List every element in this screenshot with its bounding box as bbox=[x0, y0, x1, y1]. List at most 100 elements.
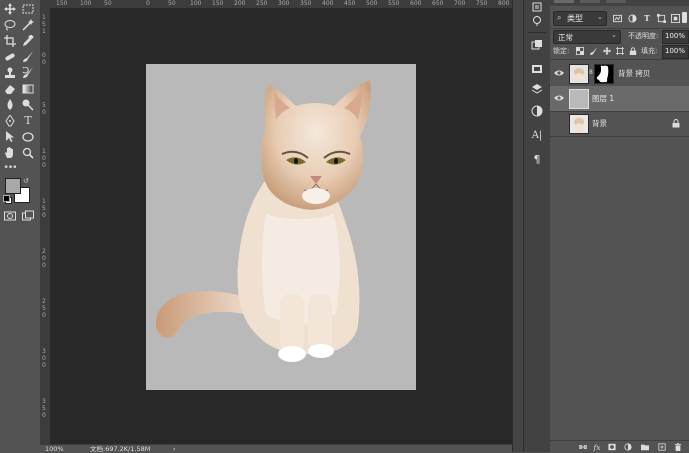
ruler-label: 5 bbox=[42, 405, 46, 412]
visibility-toggle-hidden[interactable] bbox=[554, 119, 564, 127]
layer-name[interactable]: 背景 bbox=[592, 118, 607, 129]
layer-thumbnail[interactable] bbox=[569, 114, 589, 134]
layer-effects-button[interactable]: fx bbox=[592, 442, 602, 452]
swap-colors-icon[interactable]: ↺ bbox=[23, 177, 31, 185]
ruler-label: 300 bbox=[278, 0, 290, 7]
ruler-label: 1 bbox=[42, 14, 46, 21]
vertical-ruler: 1 5 1 0 0 5 0 1 0 0 1 5 0 2 0 0 2 5 0 3 … bbox=[40, 8, 51, 444]
mask-link-icon[interactable]: 8 bbox=[589, 69, 593, 76]
ellipse-tool-icon[interactable] bbox=[21, 130, 35, 144]
layer-row-layer-1[interactable]: 图层 1 bbox=[550, 86, 689, 112]
properties-panel-icon[interactable] bbox=[530, 14, 544, 28]
hand-tool-icon[interactable] bbox=[3, 146, 17, 160]
lock-image-pixels-icon[interactable] bbox=[589, 46, 599, 56]
eye-icon[interactable] bbox=[554, 94, 564, 102]
new-layer-icon[interactable] bbox=[657, 442, 667, 452]
brush-tool-icon[interactable] bbox=[21, 50, 35, 64]
history-brush-tool-icon[interactable] bbox=[21, 66, 35, 80]
layers-panel-icon[interactable] bbox=[530, 82, 544, 96]
ruler-label: 100 bbox=[190, 0, 202, 7]
gradient-tool-icon[interactable] bbox=[21, 82, 35, 96]
spot-healing-tool-icon[interactable] bbox=[3, 50, 17, 64]
document-canvas[interactable] bbox=[146, 64, 416, 390]
layer-row-background-copy[interactable]: 8 背景 拷贝 bbox=[550, 61, 689, 87]
channels-panel-icon[interactable] bbox=[530, 62, 544, 76]
tab-paths[interactable] bbox=[606, 0, 626, 3]
filter-type-icon[interactable]: T bbox=[642, 13, 652, 23]
crop-tool-icon[interactable] bbox=[3, 34, 17, 48]
layer-thumbnail[interactable] bbox=[569, 89, 589, 109]
foreground-color-swatch-front bbox=[5, 178, 21, 194]
ruler-label: 400 bbox=[322, 0, 334, 7]
zoom-tool-icon[interactable] bbox=[21, 146, 35, 160]
move-tool-icon[interactable] bbox=[3, 2, 17, 16]
clone-stamp-tool-icon[interactable] bbox=[3, 66, 17, 80]
path-selection-tool-icon[interactable] bbox=[3, 130, 17, 144]
ruler-label: 550 bbox=[388, 0, 400, 7]
opacity-input[interactable]: 100% bbox=[662, 30, 689, 44]
lock-icon bbox=[672, 119, 680, 128]
ruler-label: 0 bbox=[42, 52, 46, 59]
color-panel-icon[interactable] bbox=[530, 104, 544, 118]
ruler-label: 2 bbox=[42, 298, 46, 305]
character-panel-icon[interactable]: A| bbox=[530, 128, 544, 142]
tab-layers[interactable] bbox=[554, 0, 574, 3]
ruler-label: 650 bbox=[432, 0, 444, 7]
eyedropper-tool-icon[interactable] bbox=[21, 34, 35, 48]
filter-toggle-switch[interactable] bbox=[682, 12, 687, 23]
blend-mode-select[interactable]: 正常 ⌄ bbox=[553, 30, 621, 44]
lock-label: 锁定: bbox=[553, 47, 570, 55]
paragraph-panel-icon[interactable]: ¶ bbox=[530, 152, 544, 166]
eye-icon[interactable] bbox=[554, 69, 564, 77]
history-panel-icon[interactable] bbox=[530, 0, 544, 14]
ruler-label: 150 bbox=[212, 0, 224, 7]
layer-list: 8 背景 拷贝 图层 1 背景 bbox=[550, 61, 689, 439]
pen-tool-icon[interactable] bbox=[3, 114, 17, 128]
ruler-label: 450 bbox=[344, 0, 356, 7]
lock-position-icon[interactable] bbox=[602, 46, 612, 56]
delete-layer-trash-icon[interactable] bbox=[673, 442, 683, 452]
blur-tool-icon[interactable] bbox=[3, 98, 17, 112]
vertical-scrollbar[interactable] bbox=[512, 0, 523, 452]
add-mask-icon[interactable] bbox=[607, 442, 617, 452]
type-tool-icon[interactable]: T bbox=[21, 114, 35, 128]
dodge-tool-icon[interactable] bbox=[21, 98, 35, 112]
lasso-tool-icon[interactable] bbox=[3, 18, 17, 32]
quick-mask-icon[interactable] bbox=[3, 209, 17, 223]
tab-channels[interactable] bbox=[580, 0, 600, 3]
more-tools-icon[interactable]: ••• bbox=[3, 161, 18, 175]
opacity-value: 100% bbox=[665, 32, 686, 40]
new-group-folder-icon[interactable] bbox=[640, 442, 650, 452]
ruler-label: 0 bbox=[42, 59, 46, 66]
layer-thumbnail[interactable] bbox=[569, 64, 589, 84]
layer-mask-thumbnail[interactable] bbox=[594, 64, 614, 84]
layers-panel-footer: fx bbox=[550, 440, 689, 453]
screen-mode-icon[interactable] bbox=[21, 209, 35, 223]
layer-name[interactable]: 背景 拷贝 bbox=[618, 68, 650, 79]
chevron-down-icon: ⌄ bbox=[611, 31, 617, 39]
default-colors-icon[interactable] bbox=[3, 195, 12, 204]
fill-input[interactable]: 100% bbox=[662, 45, 689, 59]
ruler-label: 5 bbox=[42, 102, 46, 109]
link-layers-icon[interactable] bbox=[578, 442, 588, 452]
layer-row-background[interactable]: 背景 bbox=[550, 111, 689, 137]
lock-transparent-pixels-icon[interactable] bbox=[575, 46, 585, 56]
filter-adjustment-icon[interactable] bbox=[627, 13, 637, 23]
ruler-label: 250 bbox=[256, 0, 268, 7]
layer-name[interactable]: 图层 1 bbox=[592, 93, 614, 104]
horizontal-ruler: 150 100 50 0 50 100 150 200 250 300 350 … bbox=[40, 0, 512, 9]
layer-filter-row: ⌕ 类型 ⌄ T bbox=[550, 10, 689, 26]
lock-all-icon[interactable] bbox=[628, 46, 638, 56]
layer-kind-filter[interactable]: ⌕ 类型 ⌄ bbox=[553, 11, 607, 26]
filter-pixel-icon[interactable] bbox=[612, 13, 622, 23]
ruler-label: 0 bbox=[42, 412, 46, 419]
ruler-label: 5 bbox=[42, 205, 46, 212]
magic-wand-tool-icon[interactable] bbox=[21, 18, 35, 32]
eraser-tool-icon[interactable] bbox=[3, 82, 17, 96]
filter-smart-object-icon[interactable] bbox=[670, 13, 680, 23]
new-adjustment-layer-icon[interactable] bbox=[623, 442, 633, 452]
filter-shape-icon[interactable] bbox=[656, 13, 666, 23]
adjustments-panel-icon[interactable] bbox=[530, 38, 544, 52]
lock-artboard-icon[interactable] bbox=[615, 46, 625, 56]
marquee-tool-icon[interactable] bbox=[21, 2, 35, 16]
